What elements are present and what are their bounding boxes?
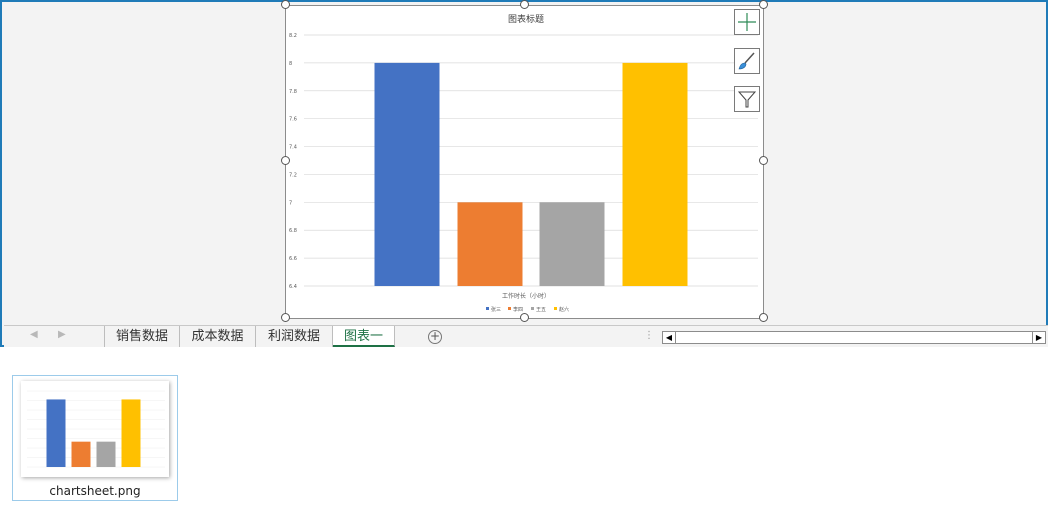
thumbnail-bar-2: [71, 441, 91, 467]
bar-4[interactable]: [622, 62, 688, 287]
thumbnail-bar-1: [46, 399, 66, 467]
sheet-tab-1[interactable]: 销售数据: [104, 326, 180, 347]
resize-handle-top[interactable]: [520, 0, 529, 9]
horizontal-scrollbar[interactable]: ◀ ▶: [662, 331, 1046, 344]
y-tick-label: 7: [289, 200, 292, 206]
file-name: chartsheet.png: [49, 484, 141, 498]
resize-handle-bottom-left[interactable]: [281, 313, 290, 322]
y-tick-label: 7.4: [289, 145, 297, 151]
tab-scroll-left-icon[interactable]: ◀: [30, 329, 38, 340]
resize-handle-left[interactable]: [281, 156, 290, 165]
resize-handle-bottom-right[interactable]: [759, 313, 768, 322]
legend-swatch: [508, 307, 511, 310]
legend-swatch: [554, 307, 557, 310]
legend-swatch: [486, 307, 489, 310]
bar-chart: 图表标题 8.2 8 7.8 7.6 7.4 7.2 7 6.8 6.6 6.4 工作时长（小时）…: [289, 13, 758, 313]
legend: 张三 李四 王五 赵六: [486, 306, 569, 313]
scroll-left-icon[interactable]: ◀: [663, 332, 676, 343]
y-tick-label: 7.2: [289, 172, 297, 178]
y-tick-label: 7.8: [289, 89, 297, 95]
chart-title: 图表标题: [508, 13, 544, 25]
add-sheet-icon[interactable]: +: [428, 330, 442, 344]
chart-elements-button[interactable]: [734, 9, 760, 35]
thumbnail-bar-4: [121, 399, 141, 467]
bar-1[interactable]: [374, 62, 440, 287]
scroll-right-icon[interactable]: ▶: [1032, 332, 1045, 343]
y-tick-label: 7.6: [289, 117, 297, 123]
y-tick-label: 6.8: [289, 228, 297, 234]
resize-handle-bottom[interactable]: [520, 313, 529, 322]
legend-label: 李四: [513, 306, 523, 313]
chart-area[interactable]: 图表标题 8.2 8 7.8 7.6 7.4 7.2 7 6.8 6.6 6.4 工作时长（小时）…: [285, 5, 764, 319]
chart-filters-button[interactable]: [734, 86, 760, 112]
bar-3[interactable]: [539, 202, 605, 286]
funnel-icon: [737, 91, 757, 108]
paintbrush-icon: [738, 52, 755, 70]
plus-icon: [738, 13, 756, 31]
bar-2[interactable]: [457, 202, 523, 286]
spreadsheet-window: 图表标题 8.2 8 7.8 7.6 7.4 7.2 7 6.8 6.6 6.4 工作时长（小时）…: [0, 0, 1048, 347]
x-axis-title: 工作时长（小时）: [502, 292, 550, 300]
y-tick-label: 8: [289, 61, 292, 67]
resize-handle-top-left[interactable]: [281, 0, 290, 9]
legend-swatch: [531, 307, 534, 310]
gridlines: [304, 34, 758, 287]
tab-scroll-right-icon[interactable]: ▶: [58, 329, 66, 340]
tab-splitter-icon[interactable]: ⋮: [644, 330, 654, 341]
sheet-tab-bar: ◀ ▶ 销售数据 成本数据 利润数据 图表一 + ⋮ ◀ ▶: [4, 325, 1048, 347]
y-tick-label: 8.2: [289, 33, 297, 39]
thumbnail-chart: [27, 390, 165, 468]
legend-label: 王五: [536, 307, 546, 313]
chart-styles-button[interactable]: [734, 48, 760, 74]
resize-handle-top-right[interactable]: [759, 0, 768, 9]
sheet-tab-2[interactable]: 成本数据: [180, 326, 256, 347]
y-tick-label: 6.6: [289, 256, 297, 262]
legend-label: 张三: [491, 306, 501, 313]
sheet-tab-4[interactable]: 图表一: [333, 326, 395, 347]
thumbnail-image: [21, 381, 169, 477]
y-axis-ticks: 8.2 8 7.8 7.6 7.4 7.2 7 6.8 6.6 6.4: [289, 33, 297, 290]
file-thumbnail[interactable]: chartsheet.png: [12, 375, 178, 501]
thumbnail-bar-3: [96, 441, 116, 467]
legend-label: 赵六: [559, 306, 569, 313]
sheet-tab-3[interactable]: 利润数据: [256, 326, 333, 347]
y-tick-label: 6.4: [289, 284, 297, 290]
resize-handle-right[interactable]: [759, 156, 768, 165]
